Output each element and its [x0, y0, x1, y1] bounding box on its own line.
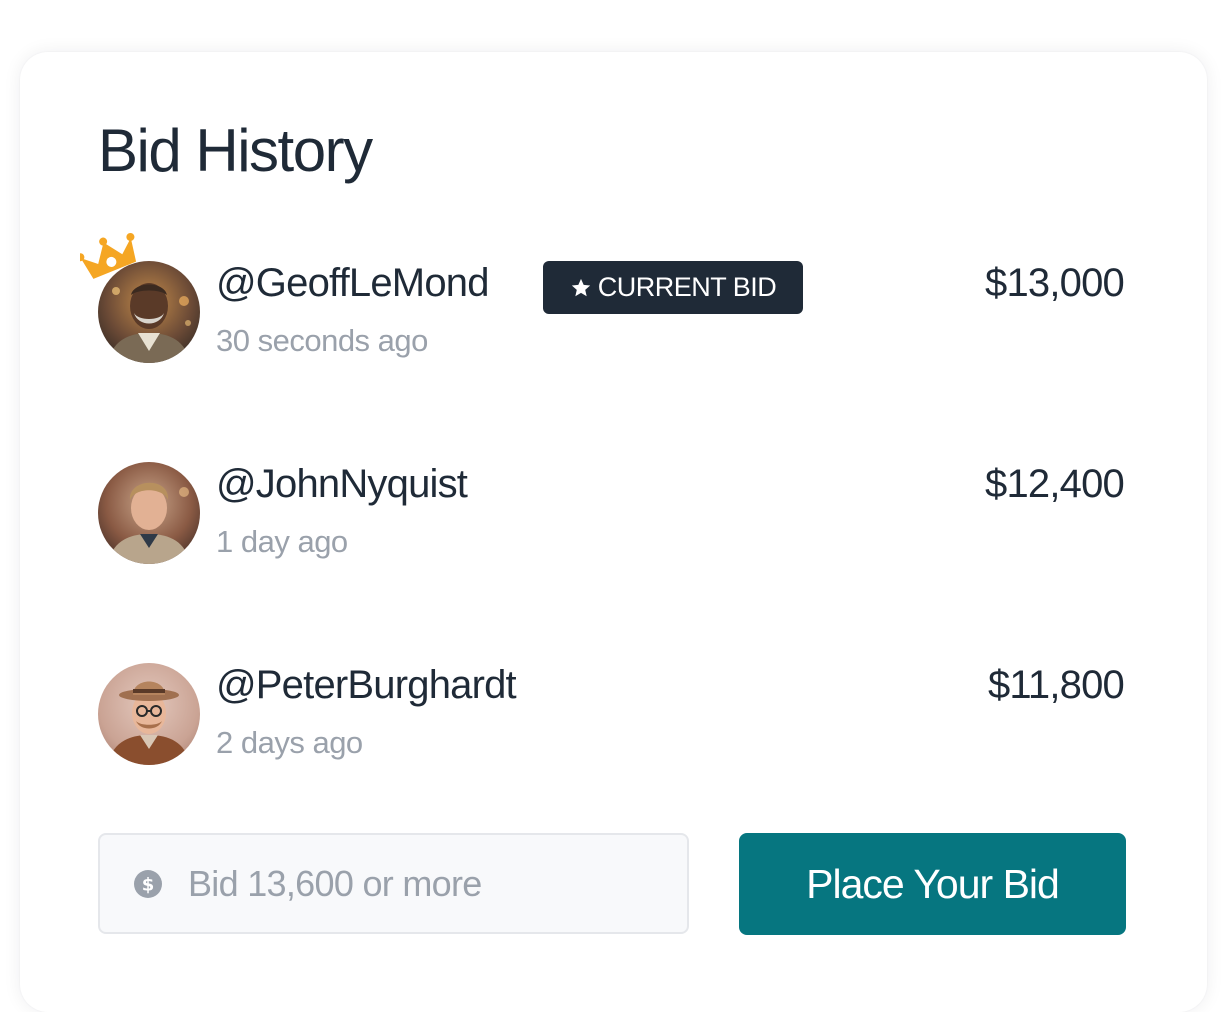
- svg-text:$: $: [142, 875, 155, 896]
- star-icon: [571, 278, 590, 296]
- bidder-username[interactable]: @PeterBurghardt: [216, 663, 517, 708]
- bidder-username[interactable]: @GeoffLeMond: [216, 261, 489, 306]
- bid-time: 1 day ago: [216, 524, 348, 559]
- bid-amount: $12,400: [985, 462, 1125, 506]
- bid-input-placeholder: Bid 13,600 or more: [188, 863, 482, 904]
- current-bid-badge: CURRENT BID: [543, 261, 803, 314]
- page-title: Bid History: [98, 117, 373, 184]
- bid-amount-input[interactable]: $ Bid 13,600 or more: [98, 833, 689, 934]
- badge-label: CURRENT BID: [597, 272, 777, 302]
- place-bid-button[interactable]: Place Your Bid: [739, 833, 1126, 935]
- bid-amount: $11,800: [987, 663, 1125, 707]
- avatar[interactable]: [98, 462, 200, 564]
- crown-icon: [80, 232, 137, 279]
- bid-row: @PeterBurghardt 2 days ago $11,800: [98, 663, 1125, 765]
- bid-history-card: Bid History @GeoffLeMond CURRENT BID 30 …: [20, 52, 1207, 1012]
- avatar[interactable]: [98, 663, 200, 765]
- bid-row: @GeoffLeMond CURRENT BID 30 seconds ago …: [80, 232, 1125, 363]
- bid-amount: $13,000: [985, 261, 1125, 305]
- bidder-username[interactable]: @JohnNyquist: [216, 462, 468, 507]
- bid-time: 2 days ago: [216, 725, 363, 760]
- bid-time: 30 seconds ago: [216, 323, 428, 358]
- dollar-circle-icon: $: [134, 870, 162, 898]
- bid-row: @JohnNyquist 1 day ago $12,400: [98, 462, 1125, 564]
